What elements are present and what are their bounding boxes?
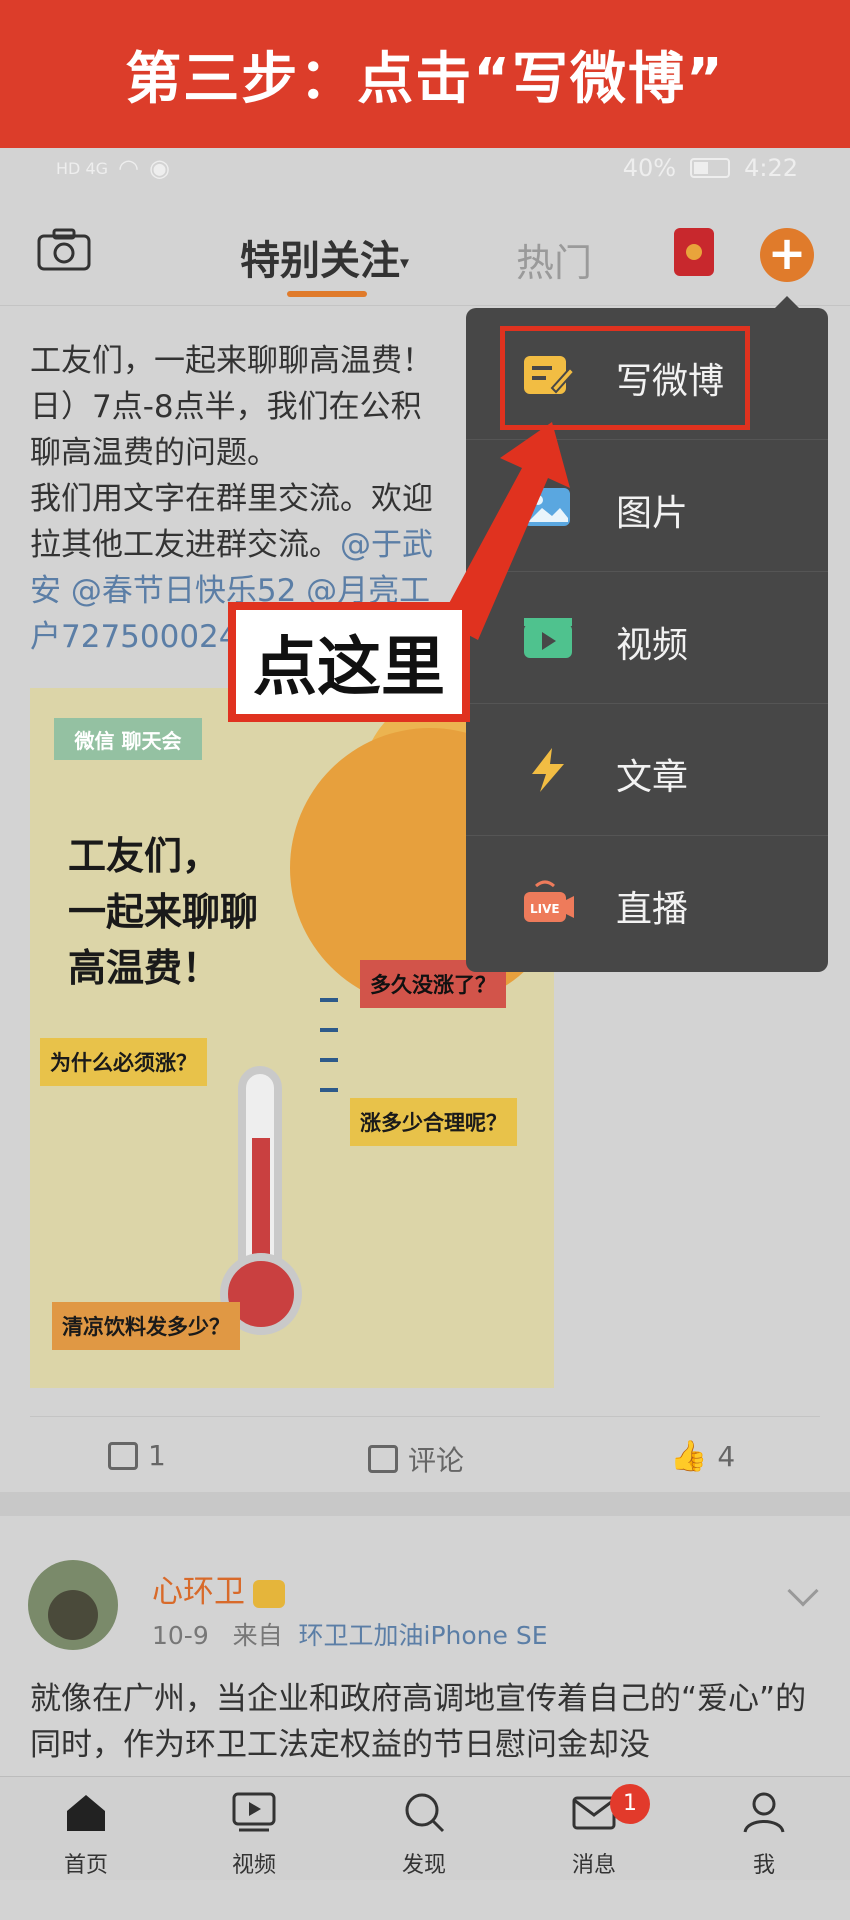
wifi-icon: ◠ — [118, 154, 139, 182]
caret-down-icon: ▾ — [400, 252, 410, 274]
battery-icon — [690, 158, 731, 178]
eye-icon: ◉ — [148, 154, 170, 182]
mention-link[interactable]: 户727500024 — [30, 619, 239, 655]
video-icon — [524, 618, 572, 658]
tab-special-label: 特别关注 — [240, 238, 400, 284]
like-count: 4 — [717, 1440, 736, 1473]
avatar[interactable] — [28, 1560, 118, 1650]
repost-count: 1 — [148, 1439, 166, 1472]
camera-icon[interactable] — [36, 228, 92, 272]
annotation-callout: 点这里 — [228, 602, 470, 722]
picture-icon — [524, 488, 570, 526]
thermometer-tick — [320, 1028, 338, 1032]
user-icon — [743, 1792, 785, 1833]
system-nav-bar — [0, 1880, 850, 1920]
menu-item-video[interactable]: 视频 — [466, 572, 828, 704]
poster-bubble: 清凉饮料发多少？ — [52, 1302, 240, 1350]
poster-title: 工友们， 一起来聊聊 高温费！ — [68, 834, 259, 990]
feed-divider — [0, 1492, 850, 1516]
instruction-banner: 第三步：点击“写微博” — [0, 0, 850, 148]
live-icon: LIVE — [524, 880, 574, 922]
video-tab-icon — [232, 1792, 276, 1832]
poster-tag: 微信 聊天会 — [54, 718, 202, 760]
menu-item-label: 文章 — [616, 757, 689, 798]
tab-home[interactable]: 首页 — [36, 1791, 136, 1879]
status-bar: HD 4G ◠ ◉ 40% 4:22 — [0, 148, 850, 190]
status-left: HD 4G ◠ ◉ — [56, 154, 170, 182]
repost-icon — [108, 1441, 138, 1470]
author-label: 心环卫 — [152, 1574, 245, 1610]
repost-button[interactable]: 1 — [108, 1439, 166, 1472]
post-actions: 1 评论 👍 4 — [30, 1416, 820, 1492]
menu-item-label: 图片 — [616, 493, 689, 534]
banner-text: 第三步：点击“写微博” — [125, 46, 725, 112]
menu-item-live[interactable]: LIVE 直播 — [466, 836, 828, 968]
tab-video[interactable]: 视频 — [204, 1791, 304, 1879]
menu-item-picture[interactable]: 图片 — [466, 440, 828, 572]
tab-special-follow[interactable]: 特别关注▾ — [240, 228, 409, 286]
chevron-down-icon[interactable] — [787, 1575, 819, 1607]
search-icon — [405, 1793, 445, 1833]
tab-me-label: 我 — [752, 1853, 775, 1878]
status-right: 40% 4:22 — [623, 154, 798, 182]
thumbs-up-icon: 👍 — [670, 1439, 708, 1474]
post-text: 就像在广州，当企业和政府高调地宣传着自己的“爱心”的同时，作为环卫工法定权益的节… — [30, 1681, 807, 1763]
mention-link[interactable]: @于武 — [340, 527, 433, 563]
article-icon — [532, 748, 564, 792]
tab-hot-label: 热门 — [516, 241, 593, 285]
post-meta: 10-9 来自 环卫工加油iPhone SE — [152, 1616, 548, 1652]
post-line: 我们用文字在群里交流。欢迎 — [30, 481, 433, 517]
svg-text:LIVE: LIVE — [530, 902, 560, 916]
signal-label: HD 4G — [56, 158, 109, 178]
bottom-tabbar: 首页 视频 发现 消息 我 — [0, 1776, 850, 1880]
comment-button[interactable]: 评论 — [368, 1439, 464, 1479]
thermometer-tick — [320, 1088, 338, 1092]
plus-icon: + — [767, 226, 807, 280]
add-button[interactable]: + — [760, 228, 814, 282]
tab-discover[interactable]: 发现 — [374, 1791, 474, 1879]
red-packet-icon[interactable] — [674, 228, 714, 276]
author-name[interactable]: 心环卫 — [152, 1566, 285, 1611]
tab-home-label: 首页 — [63, 1853, 108, 1878]
tab-messages-label: 消息 — [571, 1853, 616, 1878]
feed-post: 心环卫 10-9 来自 环卫工加油iPhone SE 就像在广州，当企业和政府高… — [0, 1516, 850, 1776]
comment-label: 评论 — [408, 1444, 465, 1477]
post-line: 聊高温费的问题。 — [30, 435, 278, 471]
highlight-box — [500, 326, 750, 430]
post-date: 10-9 — [152, 1621, 209, 1650]
menu-item-label: 直播 — [616, 889, 689, 930]
post-line: 工友们，一起来聊聊高温费！ — [30, 343, 433, 379]
active-tab-indicator — [287, 291, 367, 297]
top-nav: 特别关注▾ 热门 + — [0, 190, 850, 306]
menu-item-article[interactable]: 文章 — [466, 704, 828, 836]
menu-item-label: 视频 — [616, 625, 689, 666]
poster-bubble: 涨多少合理呢？ — [350, 1098, 517, 1146]
thermometer-tick — [320, 1058, 338, 1062]
message-badge: 1 — [610, 1784, 650, 1824]
tab-me[interactable]: 我 — [714, 1791, 814, 1879]
vip-crown-icon — [253, 1579, 285, 1608]
home-icon — [67, 1795, 105, 1831]
thermometer-tick — [320, 998, 338, 1002]
clock: 4:22 — [744, 154, 798, 182]
dropdown-pointer — [775, 296, 799, 308]
battery-percent: 40% — [622, 154, 677, 182]
like-button[interactable]: 👍 4 — [670, 1439, 735, 1474]
from-label: 来自 — [232, 1621, 283, 1650]
tab-hot[interactable]: 热门 — [516, 232, 592, 287]
post-line: 拉其他工友进群交流。 — [30, 527, 340, 563]
tab-video-label: 视频 — [231, 1853, 276, 1878]
poster-bubble: 为什么必须涨？ — [40, 1038, 207, 1086]
post-source[interactable]: 环卫工加油iPhone SE — [299, 1621, 548, 1650]
tab-discover-label: 发现 — [401, 1853, 446, 1878]
comment-icon — [368, 1445, 398, 1473]
post-line: 日）7点-8点半，我们在公积 — [30, 389, 422, 425]
